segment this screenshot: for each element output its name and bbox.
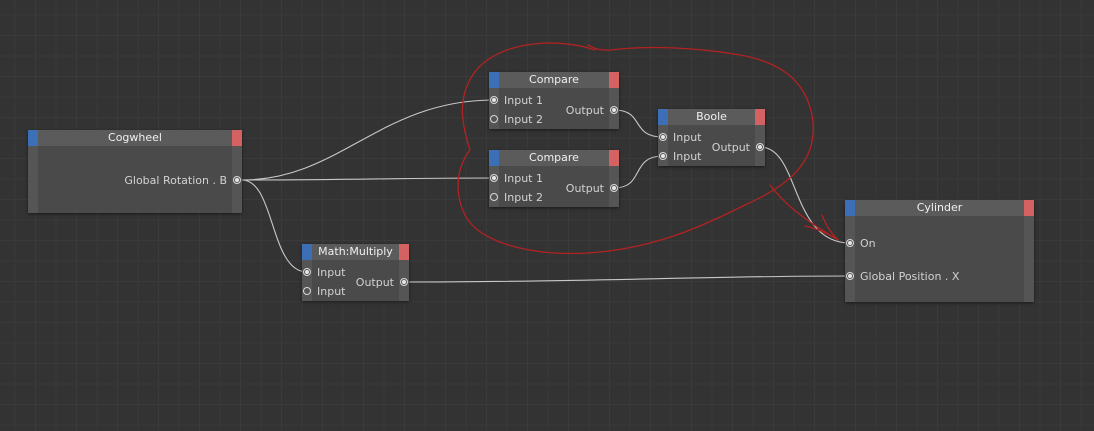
node-cap-left xyxy=(489,72,499,88)
cylinder-node[interactable]: Cylinder On Global Position . X xyxy=(845,200,1034,302)
wire-compare1-to-boole xyxy=(613,109,664,138)
wire-cogwheel-to-multiply xyxy=(241,179,308,273)
boole-output-port[interactable] xyxy=(756,143,764,151)
wire-boole-to-cylinder xyxy=(759,146,851,244)
boole-output-label: Output xyxy=(711,141,750,154)
multiply-node[interactable]: Math:Multiply Input Input Output xyxy=(302,244,409,301)
boole-node-header[interactable]: Boole xyxy=(658,109,765,125)
boole-input2-port[interactable] xyxy=(659,152,667,160)
node-cap-left xyxy=(302,244,312,260)
compare1-input2-label: Input 2 xyxy=(504,113,543,126)
node-editor-canvas[interactable]: Cogwheel Global Rotation . B Compare Inp… xyxy=(0,0,1094,431)
cogwheel-node-title: Cogwheel xyxy=(108,131,162,144)
boole-node-title: Boole xyxy=(696,110,727,123)
node-cap-right xyxy=(399,244,409,260)
node-side-bar xyxy=(28,146,38,213)
multiply-output-port[interactable] xyxy=(400,278,408,286)
multiply-node-header[interactable]: Math:Multiply xyxy=(302,244,409,260)
cylinder-global-position-x-port[interactable] xyxy=(846,272,854,280)
node-cap-right xyxy=(609,150,619,166)
cogwheel-node-header[interactable]: Cogwheel xyxy=(28,130,242,146)
compare2-node-header[interactable]: Compare xyxy=(489,150,619,166)
cylinder-on-label: On xyxy=(860,237,876,250)
boole-node[interactable]: Boole Input Input Output xyxy=(658,109,765,166)
multiply-input2-label: Input xyxy=(317,285,346,298)
compare1-node-title: Compare xyxy=(529,73,579,86)
compare1-output-label: Output xyxy=(565,104,604,117)
wire-compare2-to-boole xyxy=(613,155,664,189)
annotation-arrow xyxy=(769,184,839,241)
multiply-node-title: Math:Multiply xyxy=(318,245,393,258)
boole-input1-label: Input xyxy=(673,131,702,144)
compare2-node[interactable]: Compare Input 1 Input 2 Output xyxy=(489,150,619,207)
cylinder-node-header[interactable]: Cylinder xyxy=(845,200,1034,216)
cylinder-node-title: Cylinder xyxy=(916,201,963,214)
node-side-bar xyxy=(845,216,855,302)
node-cap-right xyxy=(609,72,619,88)
cogwheel-node[interactable]: Cogwheel Global Rotation . B xyxy=(28,130,242,213)
compare2-input2-port[interactable] xyxy=(490,193,498,201)
compare2-input2-label: Input 2 xyxy=(504,191,543,204)
compare1-node[interactable]: Compare Input 1 Input 2 Output xyxy=(489,72,619,129)
wire-multiply-to-cylinder xyxy=(403,275,851,283)
node-cap-left xyxy=(489,150,499,166)
compare1-output-port[interactable] xyxy=(610,106,618,114)
compare1-input2-port[interactable] xyxy=(490,115,498,123)
multiply-output-label: Output xyxy=(355,276,394,289)
node-cap-left xyxy=(845,200,855,216)
multiply-input1-port[interactable] xyxy=(303,268,311,276)
compare2-node-title: Compare xyxy=(529,151,579,164)
node-cap-right xyxy=(232,130,242,146)
compare1-input1-port[interactable] xyxy=(490,96,498,104)
wire-cogwheel-to-compare2 xyxy=(241,177,495,181)
cogwheel-output-label: Global Rotation . B xyxy=(124,174,227,187)
multiply-input2-port[interactable] xyxy=(303,287,311,295)
compare2-input1-label: Input 1 xyxy=(504,172,543,185)
compare2-input1-port[interactable] xyxy=(490,174,498,182)
node-cap-left xyxy=(28,130,38,146)
compare1-input1-label: Input 1 xyxy=(504,94,543,107)
boole-input1-port[interactable] xyxy=(659,133,667,141)
boole-input2-label: Input xyxy=(673,150,702,163)
cogwheel-output-port[interactable] xyxy=(233,176,241,184)
cylinder-on-port[interactable] xyxy=(846,239,854,247)
node-side-bar xyxy=(1024,216,1034,302)
node-cap-right xyxy=(1024,200,1034,216)
compare1-node-header[interactable]: Compare xyxy=(489,72,619,88)
multiply-input1-label: Input xyxy=(317,266,346,279)
wire-cogwheel-to-compare1 xyxy=(241,99,495,181)
node-cap-right xyxy=(755,109,765,125)
compare2-output-label: Output xyxy=(565,182,604,195)
node-cap-left xyxy=(658,109,668,125)
cylinder-global-position-x-label: Global Position . X xyxy=(860,270,960,283)
compare2-output-port[interactable] xyxy=(610,184,618,192)
